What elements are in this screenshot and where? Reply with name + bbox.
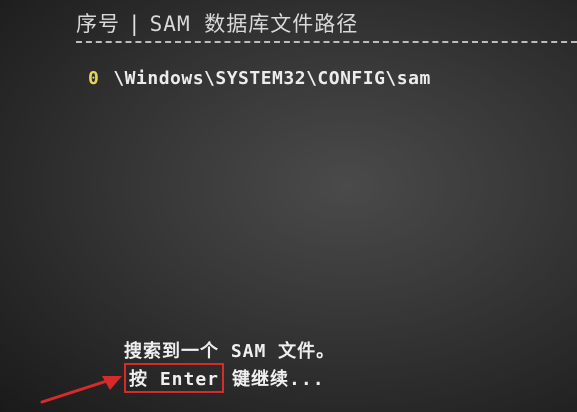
red-arrow-icon bbox=[40, 376, 122, 404]
enter-key-highlight: 按 Enter bbox=[124, 363, 225, 393]
found-message: 搜索到一个 SAM 文件。 bbox=[124, 341, 336, 362]
header-separator: | bbox=[128, 12, 142, 36]
continue-prompt: 按 Enter 键继续... bbox=[124, 363, 325, 393]
sam-file-entry[interactable]: 0 \Windows\SYSTEM32\CONFIG\sam bbox=[88, 68, 431, 89]
header-divider bbox=[76, 41, 577, 43]
continue-suffix: 键继续... bbox=[232, 369, 325, 390]
entry-path: \Windows\SYSTEM32\CONFIG\sam bbox=[113, 68, 431, 89]
console-screen: 序号 | SAM 数据库文件路径 0 \Windows\SYSTEM32\CONFIG… bbox=[0, 0, 577, 412]
header-path-label: SAM 数据库文件路径 bbox=[149, 12, 359, 36]
header-index-label: 序号 bbox=[76, 12, 120, 36]
table-header: 序号 | SAM 数据库文件路径 bbox=[76, 8, 358, 38]
entry-index: 0 bbox=[88, 68, 100, 89]
